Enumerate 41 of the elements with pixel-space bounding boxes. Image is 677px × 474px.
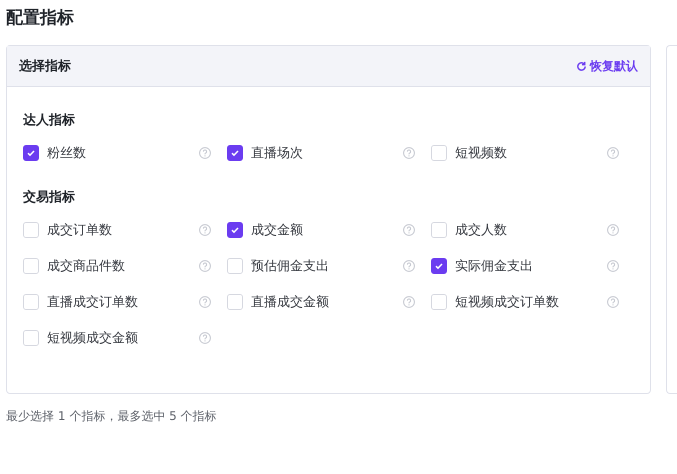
help-icon[interactable] — [199, 332, 211, 344]
checkbox[interactable] — [23, 144, 39, 160]
checkbox-label[interactable]: 短视频成交订单数 — [455, 292, 559, 310]
checkbox-label[interactable]: 直播场次 — [251, 144, 303, 162]
help-icon[interactable] — [607, 146, 619, 158]
help-icon[interactable] — [403, 224, 415, 236]
checkbox[interactable] — [431, 258, 447, 274]
help-icon[interactable] — [199, 146, 211, 158]
group-title: 交易指标 — [23, 188, 75, 206]
checkbox-label[interactable]: 成交金额 — [251, 220, 303, 238]
check-icon — [434, 260, 444, 270]
check-icon — [230, 148, 240, 158]
checkbox-label[interactable]: 粉丝数 — [47, 144, 86, 162]
reset-link[interactable]: 恢复默认 — [576, 58, 638, 74]
checkbox-label[interactable]: 成交商品件数 — [47, 256, 125, 274]
checkbox[interactable] — [227, 222, 243, 238]
help-icon[interactable] — [403, 296, 415, 308]
help-icon[interactable] — [607, 260, 619, 272]
page-title: 配置指标 — [6, 7, 74, 30]
check-icon — [230, 224, 240, 234]
checkbox-label[interactable]: 直播成交金额 — [251, 292, 329, 310]
selection-hint: 最少选择 1 个指标，最多选中 5 个指标 — [6, 408, 217, 425]
help-icon[interactable] — [199, 296, 211, 308]
checkbox-label[interactable]: 短视频数 — [455, 144, 507, 162]
help-icon[interactable] — [199, 260, 211, 272]
checkbox-label[interactable]: 实际佣金支出 — [455, 256, 533, 274]
help-icon[interactable] — [403, 260, 415, 272]
checkbox-label[interactable]: 预估佣金支出 — [251, 256, 329, 274]
check-icon — [26, 148, 36, 158]
help-icon[interactable] — [199, 224, 211, 236]
checkbox-label[interactable]: 直播成交订单数 — [47, 292, 138, 310]
help-icon[interactable] — [607, 296, 619, 308]
checkbox-label[interactable]: 成交订单数 — [47, 220, 112, 238]
checkbox[interactable] — [227, 144, 243, 160]
checkbox-label[interactable]: 成交人数 — [455, 220, 507, 238]
group-title: 达人指标 — [23, 112, 75, 129]
checkbox-label[interactable]: 短视频成交金额 — [47, 328, 138, 346]
refresh-icon — [576, 60, 587, 72]
help-icon[interactable] — [403, 146, 415, 158]
card-title: 选择指标 — [19, 58, 71, 75]
help-icon[interactable] — [607, 224, 619, 236]
